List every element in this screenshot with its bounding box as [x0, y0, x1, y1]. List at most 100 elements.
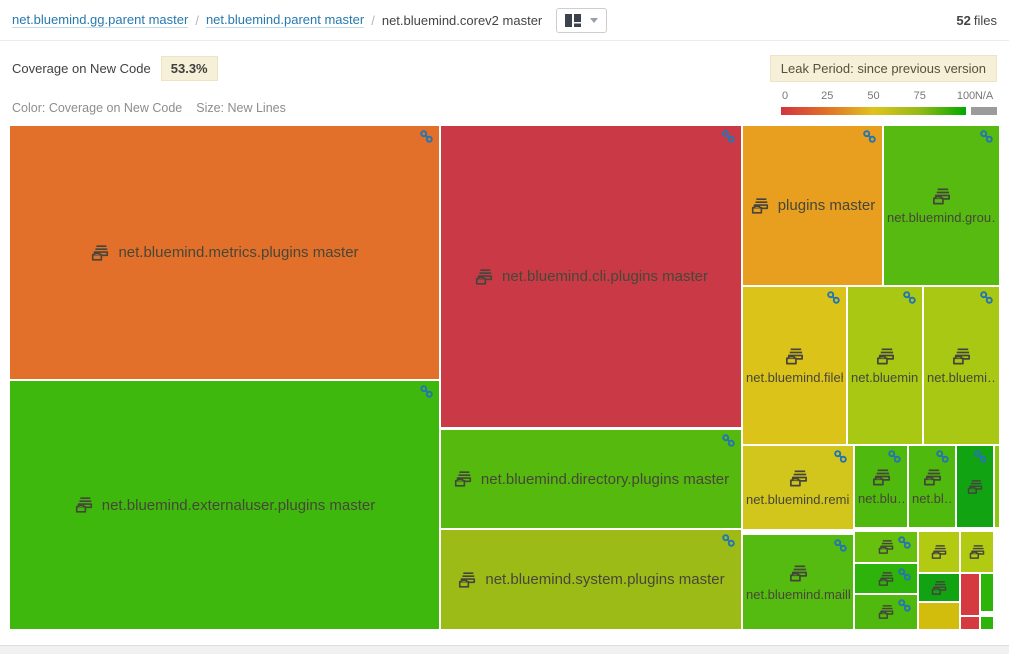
project-icon: [951, 346, 972, 367]
link-icon[interactable]: [980, 130, 993, 143]
treemap-cell-externaluser-plugins[interactable]: net.bluemind.externaluser.plugins master: [10, 381, 439, 629]
breadcrumb-item-2: net.bluemind.corev2 master: [382, 13, 542, 28]
cell-label: net.bluemind.cli.plugins master: [502, 268, 708, 285]
link-icon[interactable]: [420, 385, 433, 398]
leak-period-badge: Leak Period: since previous version: [770, 55, 997, 82]
breadcrumb: net.bluemind.gg.parent master / net.bluemi…: [12, 12, 542, 28]
project-icon: [877, 570, 895, 588]
project-icon: [90, 243, 110, 263]
link-icon[interactable]: [898, 599, 911, 612]
treemap-cell-directory-plugins[interactable]: net.bluemind.directory.plugins master: [441, 430, 741, 528]
treemap-cell-reminder[interactable]: net.bluemind.remin…: [743, 446, 853, 529]
color-encoding-label: Color: Coverage on New Code: [12, 101, 182, 115]
view-selector-button[interactable]: [556, 8, 607, 33]
breadcrumb-separator: /: [371, 13, 375, 28]
project-icon: [877, 538, 895, 556]
cell-label: net.blu…: [858, 491, 904, 506]
link-icon[interactable]: [834, 450, 847, 463]
treemap-cell-group[interactable]: net.bluemind.grou…: [884, 126, 999, 285]
cell-label: net.bluemind.metrics.plugins master: [118, 244, 358, 261]
legend-na-box: [971, 107, 997, 115]
cell-label: net.bluemind.directory.plugins master: [481, 471, 729, 488]
link-icon[interactable]: [898, 568, 911, 581]
size-encoding-label: Size: New Lines: [196, 101, 286, 115]
link-icon[interactable]: [898, 536, 911, 549]
treemap-cell-small-9: [961, 574, 979, 615]
link-icon[interactable]: [722, 434, 735, 447]
project-icon: [930, 579, 948, 597]
treemap-cell-plugins-master[interactable]: plugins master: [743, 126, 882, 285]
project-icon: [457, 570, 477, 590]
treemap-toolbar: Color: Coverage on New Code Size: New Lin…: [12, 88, 997, 118]
treemap-cell-system-plugins[interactable]: net.bluemind.system.plugins master: [441, 530, 741, 629]
treemap: net.bluemind.metrics.plugins master net.b…: [10, 126, 999, 629]
link-icon[interactable]: [980, 291, 993, 304]
legend-tick-100: 100: [957, 90, 975, 102]
link-icon[interactable]: [903, 291, 916, 304]
project-icon: [453, 469, 473, 489]
treemap-cell-bluemind-c[interactable]: net.blu…: [855, 446, 907, 527]
project-icon: [930, 543, 948, 561]
cell-label: net.bluemind.fileh…: [746, 370, 843, 385]
treemap-cell-mailbox[interactable]: net.bluemind.mailb…: [743, 535, 853, 629]
legend-tick-25: 25: [821, 90, 833, 102]
project-icon: [931, 186, 952, 207]
header-bar: net.bluemind.gg.parent master / net.bluemi…: [0, 0, 1009, 41]
treemap-cell-small-5[interactable]: [919, 532, 959, 572]
treemap-cell-small-10: [981, 574, 993, 611]
treemap-cell-small-8: [919, 603, 959, 629]
cell-label: plugins master: [778, 197, 876, 214]
legend-tick-50: 50: [867, 90, 879, 102]
treemap-cell-cli-plugins[interactable]: net.bluemind.cli.plugins master: [441, 126, 741, 427]
project-icon: [875, 346, 896, 367]
treemap-cell-small-11: [961, 617, 979, 629]
project-icon: [784, 346, 805, 367]
link-icon[interactable]: [974, 450, 987, 463]
cell-label: net.bluemind.system.plugins master: [485, 571, 724, 588]
legend-tick-0: 0: [782, 90, 788, 102]
project-icon: [788, 468, 809, 489]
treemap-cell-small-2[interactable]: [855, 532, 917, 562]
treemap-cell-bluemind-d[interactable]: net.bl…: [909, 446, 955, 527]
treemap-cell-bluemind-b[interactable]: net.bluemi…: [924, 287, 999, 444]
treemap-view-icon: [565, 14, 581, 27]
treemap-cell-small-7[interactable]: [919, 574, 959, 601]
link-icon[interactable]: [888, 450, 901, 463]
cell-label: net.bluemi…: [927, 370, 996, 385]
treemap-cell-small-4[interactable]: [855, 595, 917, 629]
treemap-cell-small-1[interactable]: [957, 446, 993, 527]
cell-label: net.bluemind.externaluser.plugins master: [102, 497, 376, 514]
files-count-label: files: [974, 13, 997, 28]
files-count-number: 52: [956, 13, 970, 28]
breadcrumb-item-1[interactable]: net.bluemind.parent master: [206, 12, 364, 28]
project-icon: [474, 267, 494, 287]
link-icon[interactable]: [722, 534, 735, 547]
treemap-cell-metrics-plugins[interactable]: net.bluemind.metrics.plugins master: [10, 126, 439, 379]
link-icon[interactable]: [936, 450, 949, 463]
treemap-cell-bluemind-a[interactable]: net.bluemin…: [848, 287, 922, 444]
cell-label: net.bluemin…: [851, 370, 919, 385]
project-icon: [922, 467, 943, 488]
cell-label: net.bluemind.remin…: [746, 492, 850, 507]
coverage-metric-label: Coverage on New Code: [12, 61, 151, 76]
treemap-encoding-labels: Color: Coverage on New Code Size: New Lin…: [12, 101, 286, 115]
breadcrumb-item-0[interactable]: net.bluemind.gg.parent master: [12, 12, 188, 28]
metric-row: Coverage on New Code 53.3% Leak Period: …: [12, 55, 997, 82]
coverage-value-badge: 53.3%: [161, 56, 218, 81]
link-icon[interactable]: [863, 130, 876, 143]
files-count: 52 files: [956, 13, 997, 28]
treemap-cell-small-12: [981, 617, 993, 629]
treemap-cell-small-3[interactable]: [855, 564, 917, 593]
legend-tick-na: N/A: [975, 90, 993, 102]
link-icon[interactable]: [827, 291, 840, 304]
project-icon: [74, 495, 94, 515]
project-icon: [966, 478, 984, 496]
project-icon: [968, 543, 986, 561]
link-icon[interactable]: [834, 539, 847, 552]
treemap-cell-filehosting[interactable]: net.bluemind.fileh…: [743, 287, 846, 444]
link-icon[interactable]: [722, 130, 735, 143]
project-icon: [871, 467, 892, 488]
treemap-cell-small-6[interactable]: [961, 532, 993, 572]
link-icon[interactable]: [420, 130, 433, 143]
treemap-cell-sliver-1: [995, 446, 999, 527]
